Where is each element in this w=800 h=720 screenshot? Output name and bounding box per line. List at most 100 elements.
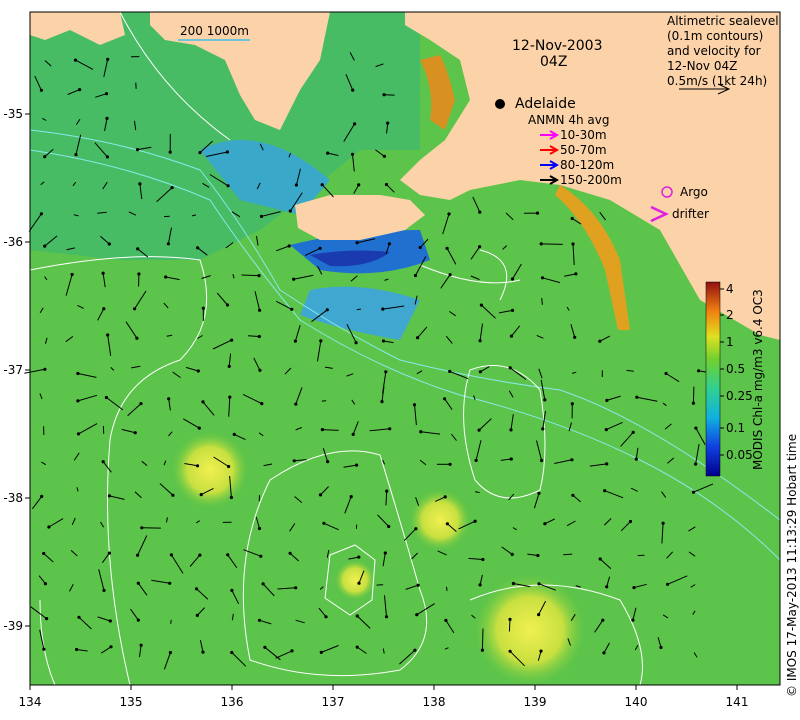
velocity-origin bbox=[201, 650, 205, 654]
velocity-origin bbox=[386, 121, 390, 125]
y-axis: -35 -36 -37 -38 -39 bbox=[3, 107, 30, 633]
eddy-small bbox=[335, 560, 375, 600]
velocity-origin bbox=[198, 151, 202, 155]
velocity-origin bbox=[102, 307, 106, 311]
velocity-origin bbox=[102, 588, 106, 593]
velocity-origin bbox=[136, 553, 140, 557]
colorbar-tick-label: 0.05 bbox=[726, 448, 753, 462]
velocity-origin bbox=[43, 367, 47, 371]
velocity-origin bbox=[105, 116, 109, 120]
velocity-origin bbox=[357, 555, 361, 559]
velocity-origin bbox=[294, 402, 298, 406]
velocity-origin bbox=[164, 275, 168, 279]
velocity-origin bbox=[481, 557, 485, 562]
velocity-origin bbox=[571, 242, 575, 246]
velocity-origin bbox=[659, 645, 663, 650]
velocity-origin bbox=[197, 426, 201, 430]
map-plot-area: 200 1000m 12-Nov-2003 04Z Adelaide ANMN … bbox=[24, 11, 799, 697]
velocity-origin bbox=[76, 399, 80, 403]
velocity-origin bbox=[443, 397, 447, 401]
velocity-arrow bbox=[241, 274, 260, 277]
velocity-origin bbox=[225, 150, 229, 154]
velocity-origin bbox=[326, 151, 330, 155]
x-tick-label: 141 bbox=[726, 695, 749, 709]
velocity-origin bbox=[603, 489, 607, 493]
velocity-origin bbox=[258, 368, 262, 372]
velocity-origin bbox=[319, 339, 323, 343]
velocity-origin bbox=[320, 183, 324, 187]
velocity-origin bbox=[540, 276, 545, 280]
velocity-origin bbox=[319, 650, 323, 655]
velocity-arrow bbox=[170, 619, 172, 624]
velocity-origin bbox=[412, 403, 417, 407]
velocity-origin bbox=[477, 428, 481, 432]
colorbar-tick-label: 0.5 bbox=[726, 362, 745, 376]
velocity-origin bbox=[444, 618, 448, 623]
velocity-origin bbox=[290, 307, 294, 311]
velocity-origin bbox=[691, 490, 696, 494]
velocity-origin bbox=[508, 649, 512, 653]
scale-label: 200 1000m bbox=[180, 24, 249, 38]
velocity-origin bbox=[109, 645, 113, 649]
velocity-origin bbox=[385, 489, 389, 493]
velocity-origin bbox=[108, 619, 112, 623]
velocity-origin bbox=[666, 582, 670, 586]
x-tick-label: 135 bbox=[120, 695, 143, 709]
velocity-origin bbox=[381, 307, 385, 311]
velocity-origin bbox=[257, 334, 261, 339]
velocity-origin bbox=[230, 588, 234, 593]
velocity-origin bbox=[43, 582, 48, 586]
velocity-origin bbox=[384, 615, 389, 619]
velocity-origin bbox=[326, 460, 330, 464]
velocity-origin bbox=[479, 303, 483, 307]
velocity-origin bbox=[661, 521, 665, 525]
velocity-origin bbox=[388, 427, 392, 431]
velocity-origin bbox=[320, 428, 324, 432]
velocity-origin bbox=[382, 154, 386, 158]
velocity-origin bbox=[448, 273, 452, 277]
velocity-origin bbox=[478, 245, 482, 249]
velocity-origin bbox=[570, 402, 574, 406]
velocity-origin bbox=[40, 494, 44, 498]
velocity-origin bbox=[288, 209, 292, 213]
x-tick-label: 134 bbox=[19, 695, 42, 709]
eddy-west bbox=[172, 432, 248, 508]
velocity-origin bbox=[195, 464, 200, 468]
chlorophyll-map: 200 1000m 12-Nov-2003 04Z Adelaide ANMN … bbox=[3, 11, 799, 709]
velocity-origin bbox=[169, 553, 173, 557]
anmn-legend-label: 150-200m bbox=[560, 173, 622, 187]
velocity-origin bbox=[543, 398, 547, 402]
velocity-origin bbox=[537, 613, 541, 617]
velocity-origin bbox=[508, 617, 512, 622]
velocity-origin bbox=[634, 457, 638, 461]
velocity-origin bbox=[605, 398, 609, 402]
velocity-origin bbox=[318, 246, 322, 250]
velocity-origin bbox=[139, 643, 143, 647]
velocity-origin bbox=[226, 553, 230, 557]
velocity-origin bbox=[480, 648, 484, 652]
velocity-origin bbox=[570, 216, 574, 221]
velocity-arrow bbox=[481, 628, 484, 651]
velocity-origin bbox=[478, 370, 482, 374]
velocity-origin bbox=[416, 336, 420, 340]
velocity-origin bbox=[257, 526, 262, 531]
velocity-origin bbox=[290, 649, 294, 653]
velocity-origin bbox=[42, 551, 46, 556]
velocity-origin bbox=[418, 245, 422, 250]
velocity-origin bbox=[170, 186, 174, 190]
velocity-origin bbox=[139, 402, 143, 406]
velocity-origin bbox=[258, 308, 262, 312]
colorbar-scale bbox=[705, 281, 721, 477]
velocity-origin bbox=[353, 122, 357, 126]
velocity-origin bbox=[602, 651, 606, 655]
velocity-origin bbox=[261, 582, 265, 586]
velocity-origin bbox=[133, 431, 137, 435]
velocity-origin bbox=[78, 88, 82, 92]
velocity-origin bbox=[45, 617, 49, 621]
velocity-origin bbox=[509, 428, 513, 432]
city-marker bbox=[495, 99, 505, 109]
velocity-origin bbox=[510, 277, 515, 281]
velocity-origin bbox=[598, 557, 602, 561]
velocity-arrow bbox=[247, 335, 260, 337]
velocity-origin bbox=[539, 242, 543, 246]
